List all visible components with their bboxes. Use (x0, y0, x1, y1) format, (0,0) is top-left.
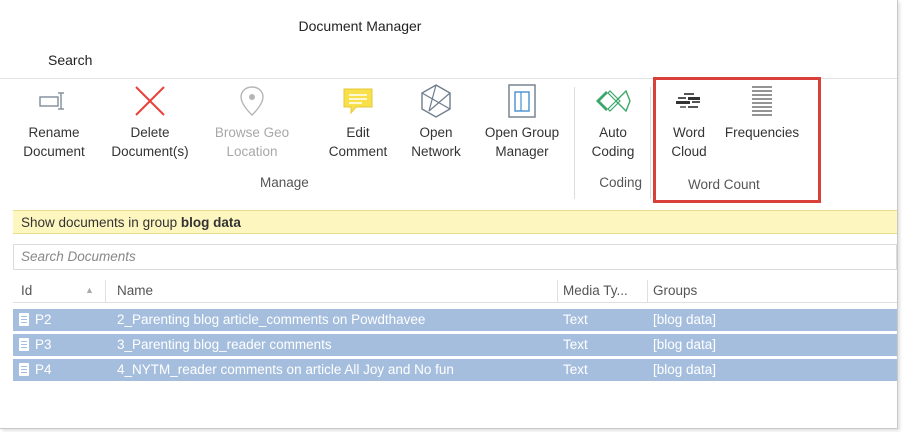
group-manager-label-2: Manager (495, 144, 549, 159)
rename-document-button[interactable]: Rename Document (14, 79, 94, 161)
edit-comment-label-2: Comment (328, 144, 388, 159)
row-media: Text (563, 362, 588, 377)
browse-geo-label-2: Location (226, 144, 278, 159)
header-id[interactable]: Id (21, 283, 32, 298)
auto-coding-label-2: Coding (591, 144, 635, 159)
open-network-button[interactable]: Open Network (400, 79, 472, 161)
table-header: Id ▲ Name Media Ty... Groups (13, 280, 897, 303)
table-row[interactable]: P4 4_NYTM_reader comments on article All… (13, 359, 897, 381)
row-groups: [blog data] (653, 312, 717, 327)
row-media: Text (563, 337, 588, 352)
open-group-manager-button[interactable]: Open Group Manager (476, 79, 568, 161)
row-id: P3 (35, 337, 52, 352)
document-icon (19, 313, 29, 326)
header-media-type[interactable]: Media Ty... (563, 283, 628, 298)
column-divider[interactable] (105, 280, 106, 302)
row-groups: [blog data] (653, 337, 717, 352)
ribbon-separator (574, 87, 575, 199)
filter-prefix: Show documents in group (21, 215, 178, 230)
group-label-manage: Manage (260, 175, 309, 190)
auto-coding-button[interactable]: Auto Coding (580, 79, 646, 161)
rename-label-1: Rename (28, 125, 80, 140)
delete-x-icon (104, 79, 196, 123)
filter-group-name: blog data (180, 215, 241, 230)
delete-label-1: Delete (130, 125, 170, 140)
row-id: P4 (35, 362, 52, 377)
header-groups[interactable]: Groups (653, 283, 697, 298)
delete-documents-button[interactable]: Delete Document(s) (104, 79, 196, 161)
document-icon (19, 338, 29, 351)
window-title: Document Manager (298, 18, 422, 34)
open-network-label-2: Network (411, 144, 461, 159)
auto-coding-label-1: Auto (599, 125, 627, 140)
network-icon (400, 79, 472, 123)
edit-comment-label-1: Edit (346, 125, 370, 140)
row-name: 3_Parenting blog_reader comments (117, 337, 332, 352)
table-row[interactable]: P2 2_Parenting blog article_comments on … (13, 309, 897, 331)
search-documents-input[interactable]: Search Documents (13, 244, 897, 270)
row-name: 2_Parenting blog article_comments on Pow… (117, 312, 426, 327)
edit-comment-button[interactable]: Edit Comment (320, 79, 396, 161)
row-name: 4_NYTM_reader comments on article All Jo… (117, 362, 454, 377)
column-divider[interactable] (647, 280, 648, 302)
word-count-highlight-box (653, 77, 821, 203)
group-label-coding: Coding (599, 175, 642, 190)
column-divider[interactable] (557, 280, 558, 302)
rename-icon (14, 79, 94, 123)
map-pin-icon (206, 79, 298, 123)
row-media: Text (563, 312, 588, 327)
delete-label-2: Document(s) (111, 144, 189, 159)
tab-search[interactable]: Search (48, 52, 92, 68)
row-groups: [blog data] (653, 362, 717, 377)
ribbon-separator (650, 87, 651, 199)
auto-coding-icon (580, 79, 646, 123)
group-filter-bar[interactable]: Show documents in group blog data (13, 210, 897, 234)
document-icon (19, 363, 29, 376)
comment-icon (320, 79, 396, 123)
group-manager-icon (476, 79, 568, 123)
browse-geo-location-button[interactable]: Browse Geo Location (206, 79, 298, 161)
group-manager-label-1: Open Group (484, 125, 560, 140)
document-manager-window: Document Manager Search Rename Document … (0, 0, 898, 429)
rename-label-2: Document (23, 144, 85, 159)
sort-ascending-icon: ▲ (85, 285, 94, 295)
browse-geo-label-1: Browse Geo (214, 125, 290, 140)
header-name[interactable]: Name (117, 283, 153, 298)
table-row[interactable]: P3 3_Parenting blog_reader comments Text… (13, 334, 897, 356)
open-network-label-1: Open (419, 125, 453, 140)
row-id: P2 (35, 312, 52, 327)
